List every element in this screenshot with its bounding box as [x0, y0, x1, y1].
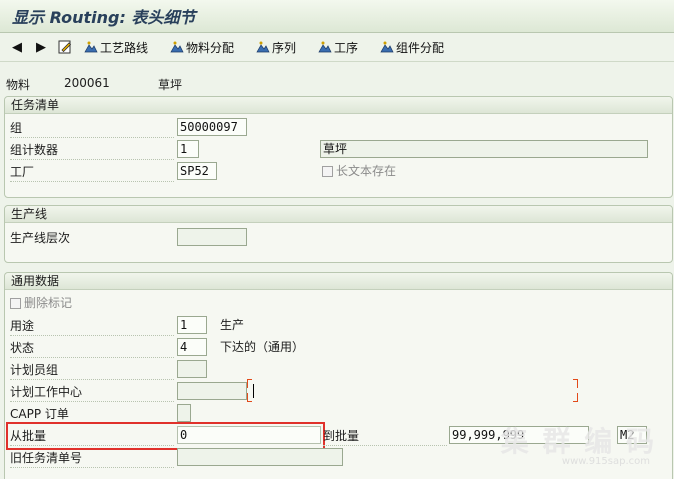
status-text: 下达的（通用） [220, 340, 305, 354]
pencil-icon [58, 40, 72, 54]
component-assignment-label: 组件分配 [396, 40, 445, 55]
highlight-box [6, 422, 325, 450]
edit-button[interactable] [58, 38, 74, 56]
work-center-label: 计划工作中心 [10, 383, 174, 402]
material-number: 200061 [64, 76, 110, 90]
mountain-icon [170, 41, 184, 53]
material-description: 草坪 [158, 78, 183, 92]
plant-field[interactable]: SP52 [177, 162, 217, 180]
window-title: 显示 Routing: 表头细节 [12, 8, 196, 27]
counter-field[interactable]: 1 [177, 140, 199, 158]
mountain-icon [256, 41, 270, 53]
required-bracket-bottom-right [573, 393, 578, 402]
delete-flag-label: 删除标记 [24, 296, 73, 310]
routing-button[interactable]: 工艺路线 [84, 38, 148, 56]
counter-description-field: 草坪 [320, 140, 648, 158]
old-task-list-field[interactable] [177, 448, 343, 466]
status-field[interactable]: 4 [177, 338, 207, 356]
operation-label: 工序 [334, 40, 359, 55]
material-assignment-button[interactable]: 物料分配 [170, 38, 234, 56]
material-assignment-label: 物料分配 [186, 40, 235, 55]
operation-button[interactable]: 工序 [318, 38, 358, 56]
material-label: 物料 [6, 78, 31, 92]
line-hierarchy-field[interactable] [177, 228, 247, 246]
watermark-url: www.915sap.com [561, 456, 650, 467]
general-data-title: 通用数据 [5, 273, 672, 290]
title-bar: 显示 Routing: 表头细节 [0, 0, 674, 33]
counter-label: 组计数器 [10, 141, 174, 160]
group-label: 组 [10, 119, 174, 138]
text-cursor [253, 384, 254, 398]
task-list-title: 任务清单 [5, 97, 672, 114]
long-text-checkbox[interactable] [322, 166, 333, 177]
mountain-icon [318, 41, 332, 53]
mountain-icon [380, 41, 394, 53]
arrow-right-icon: ▶ [36, 39, 46, 55]
arrow-left-icon: ◀ [12, 39, 22, 55]
back-button[interactable]: ◀ [12, 38, 22, 56]
planner-group-field[interactable] [177, 360, 207, 378]
delete-flag-checkbox[interactable] [10, 298, 21, 309]
to-lot-size-label: 到批量 [323, 427, 447, 446]
sequence-label: 序列 [272, 40, 297, 55]
mountain-icon [84, 41, 98, 53]
production-line-title: 生产线 [5, 206, 672, 223]
usage-label: 用途 [10, 317, 174, 336]
forward-button[interactable]: ▶ [36, 38, 46, 56]
status-label: 状态 [10, 339, 174, 358]
group-field[interactable]: 50000097 [177, 118, 247, 136]
old-task-list-label: 旧任务清单号 [10, 449, 174, 468]
required-bracket-top-left [247, 379, 252, 388]
sequence-button[interactable]: 序列 [256, 38, 296, 56]
application-toolbar: ◀ ▶ 工艺路线 物料分配 序列 工序 组件分配 [0, 33, 674, 62]
plant-label: 工厂 [10, 163, 174, 182]
line-hierarchy-label: 生产线层次 [10, 231, 71, 245]
usage-field[interactable]: 1 [177, 316, 207, 334]
required-bracket-bottom-left [247, 393, 252, 402]
routing-button-label: 工艺路线 [100, 40, 149, 55]
required-bracket-top-right [573, 379, 578, 388]
usage-text: 生产 [220, 318, 245, 332]
work-center-field[interactable] [177, 382, 247, 400]
component-assignment-button[interactable]: 组件分配 [380, 38, 444, 56]
planner-group-label: 计划员组 [10, 361, 174, 380]
watermark-text: 集 群 编 码 [500, 425, 656, 458]
capp-order-field[interactable] [177, 404, 191, 422]
long-text-label: 长文本存在 [336, 164, 397, 178]
